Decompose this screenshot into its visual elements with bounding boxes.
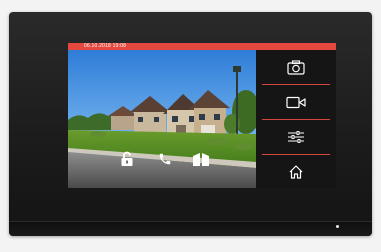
camera-snapshot-icon	[287, 59, 305, 75]
home-button[interactable]	[256, 155, 336, 189]
indicator-led	[336, 225, 339, 228]
unlock-icon	[121, 151, 133, 166]
phone-icon	[159, 153, 171, 165]
intercom-monitor: 06.10.2018 19:08	[9, 12, 372, 236]
side-menu	[256, 50, 336, 188]
status-bar: 06.10.2018 19:08	[68, 43, 336, 50]
gate-button[interactable]	[192, 150, 210, 168]
display-screen: 06.10.2018 19:08	[68, 43, 336, 188]
gate-icon	[193, 153, 209, 166]
camera-feed	[68, 50, 256, 188]
unlock-button[interactable]	[118, 150, 136, 168]
device-bottom-bezel	[9, 221, 372, 236]
video-record-icon	[286, 96, 306, 108]
home-icon	[289, 165, 303, 179]
record-video-button[interactable]	[256, 85, 336, 119]
door-actions	[68, 150, 256, 170]
snapshot-button[interactable]	[256, 50, 336, 84]
settings-sliders-icon	[288, 131, 304, 143]
call-button[interactable]	[156, 150, 174, 168]
settings-button[interactable]	[256, 120, 336, 154]
datetime-label: 06.10.2018 19:08	[84, 43, 127, 49]
